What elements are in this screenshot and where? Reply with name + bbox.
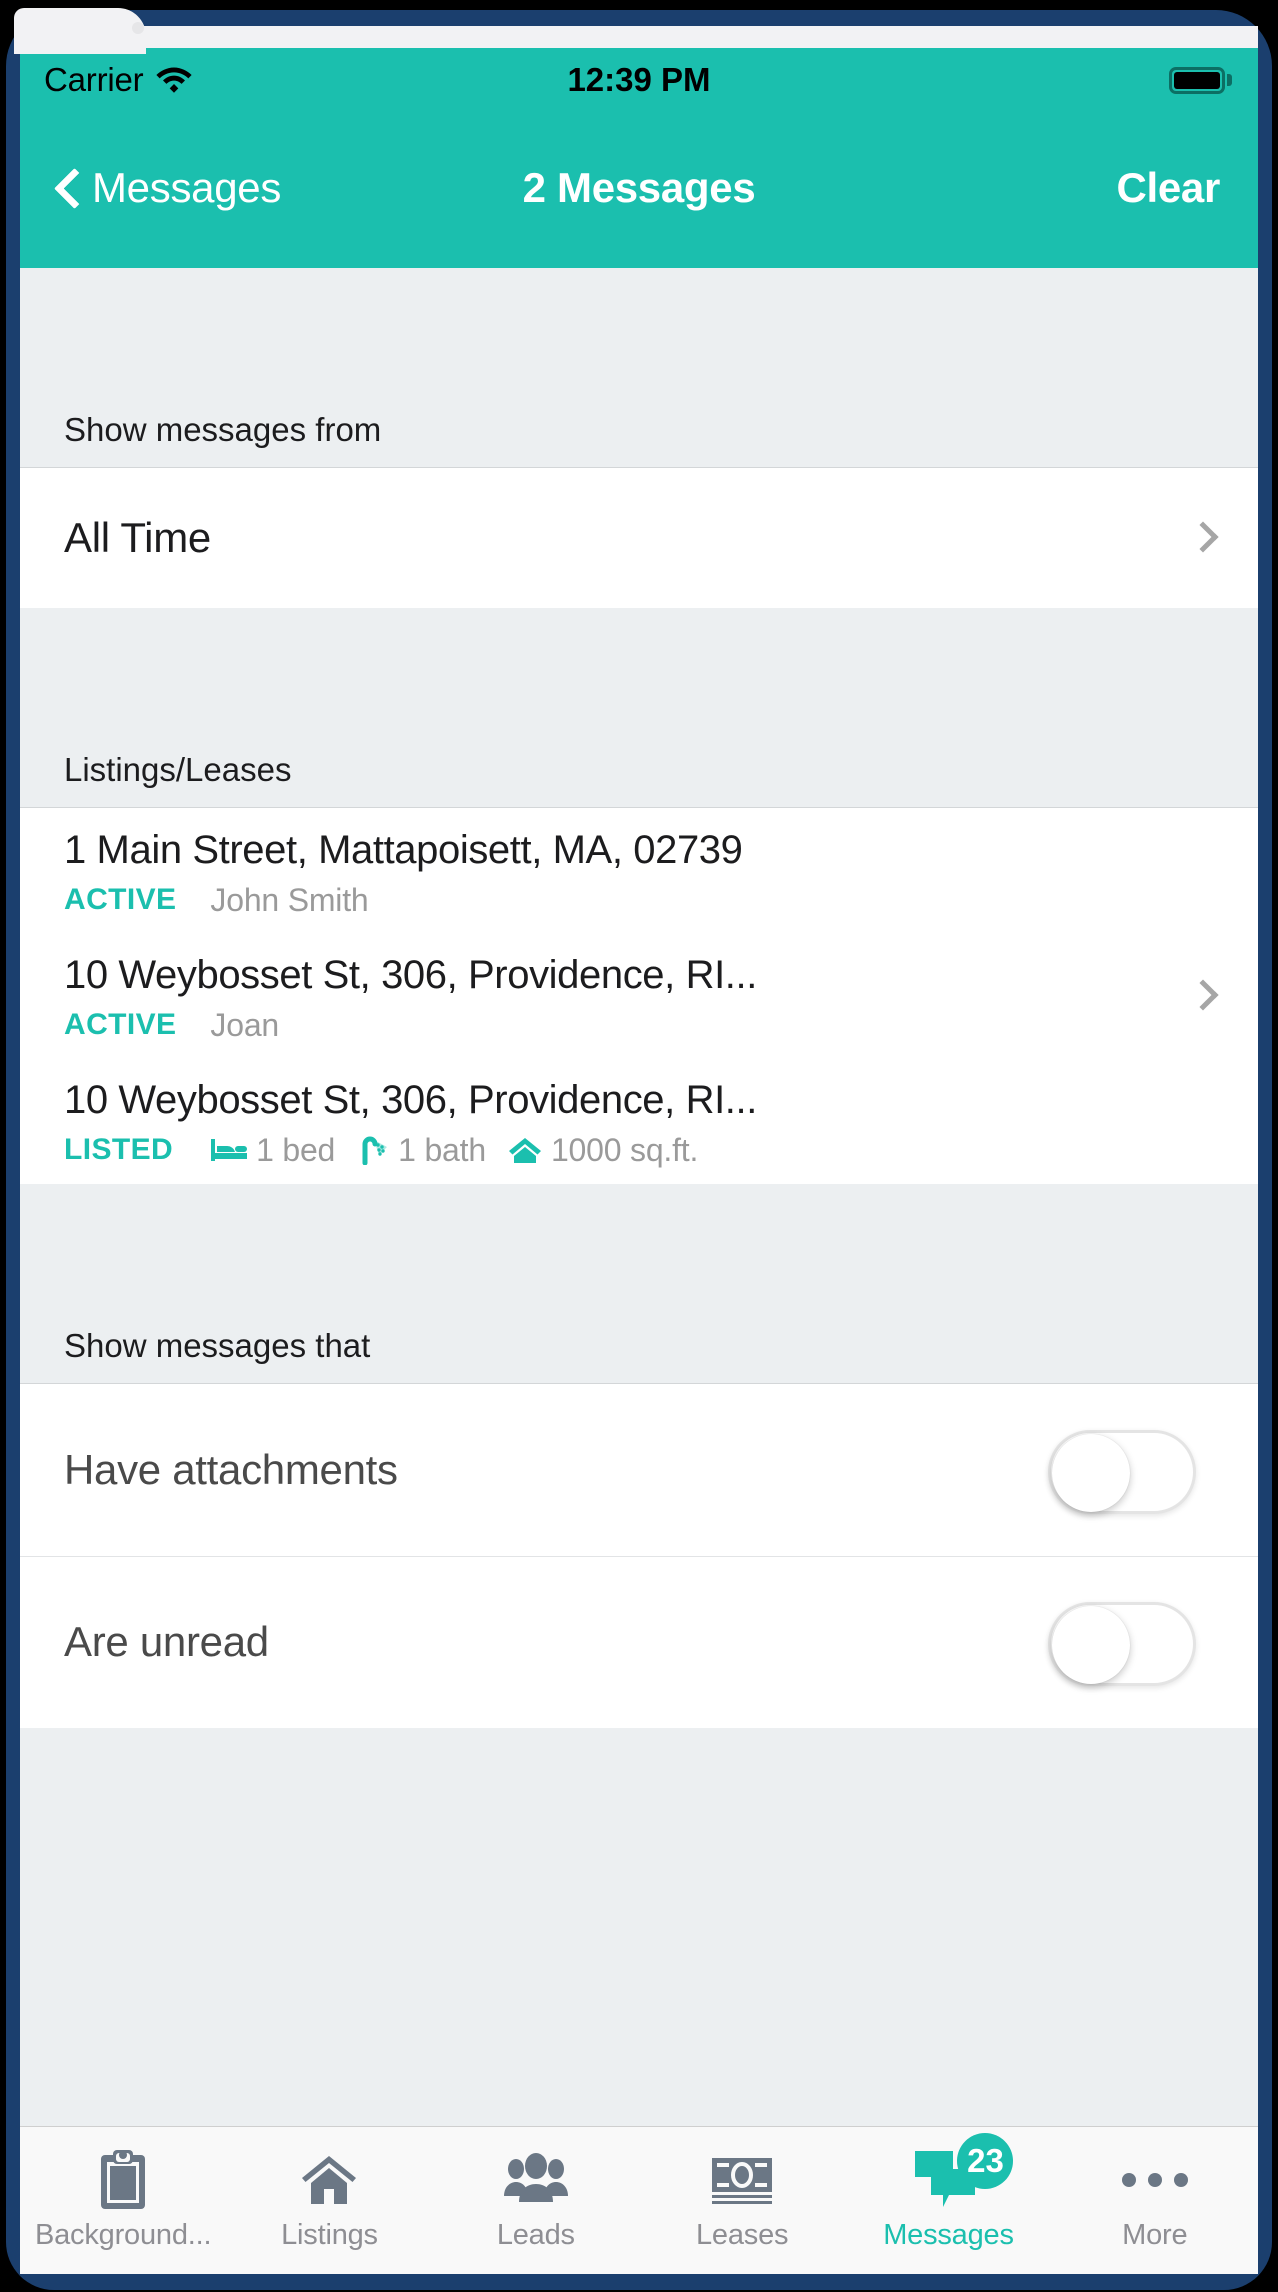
toggle-have-attachments[interactable]	[1048, 1429, 1196, 1514]
section-header-label: Show messages from	[20, 268, 382, 467]
listing-address: 1 Main Street, Mattapoisett, MA, 02739	[64, 828, 743, 872]
phone-screen: Carrier 12:39 PM Messages 2 Messages Cle…	[20, 26, 1258, 2274]
list-item[interactable]: 10 Weybosset St, 306, Providence, RI... …	[20, 1058, 1258, 1184]
screen-top-pad	[20, 26, 1258, 48]
time-filter-value: All Time	[64, 514, 211, 561]
listing-stat-bath: 1 bath	[357, 1131, 486, 1169]
section-header-label: Listings/Leases	[20, 608, 292, 807]
tab-label: Messages	[883, 2219, 1014, 2251]
clipboard-icon	[97, 2149, 149, 2211]
tab-more[interactable]: More	[1052, 2127, 1258, 2274]
page-title: 2 Messages	[522, 164, 756, 211]
tab-label: More	[1122, 2219, 1188, 2251]
list-item[interactable]: 10 Weybosset St, 306, Providence, RI... …	[20, 933, 1258, 1059]
listing-stat-area-label: 1000 sq.ft.	[550, 1132, 699, 1169]
listings-group: 1 Main Street, Mattapoisett, MA, 02739 A…	[20, 808, 1258, 1184]
table-filler	[20, 1727, 1258, 2126]
time-filter-group: All Time	[20, 468, 1258, 608]
navigation-bar: Messages 2 Messages Clear	[20, 112, 1258, 268]
listing-address: 10 Weybosset St, 306, Providence, RI...	[64, 953, 757, 998]
house-icon	[508, 1135, 542, 1165]
tab-label: Background...	[34, 2219, 212, 2251]
device-frame: Carrier 12:39 PM Messages 2 Messages Cle…	[0, 0, 1278, 2292]
chevron-right-icon	[1192, 980, 1210, 1010]
battery-full-icon	[1169, 66, 1225, 94]
money-icon	[710, 2149, 774, 2211]
status-badge: 23	[957, 2133, 1014, 2189]
listing-stat-bath-label: 1 bath	[398, 1132, 486, 1169]
section-header-listings-leases: Listings/Leases	[20, 608, 1258, 808]
tab-messages[interactable]: 23 Messages	[845, 2127, 1051, 2274]
row-have-attachments[interactable]: Have attachments	[20, 1383, 1258, 1556]
tab-leads[interactable]: Leads	[433, 2127, 639, 2274]
ellipsis-icon	[1121, 2149, 1188, 2211]
listing-address: 10 Weybosset St, 306, Providence, RI...	[64, 1078, 757, 1123]
row-are-unread[interactable]: Are unread	[20, 1555, 1258, 1728]
section-header-show-messages-that: Show messages that	[20, 1183, 1258, 1384]
tab-bar: Background... Listings Leads Leases 23 M…	[20, 2126, 1258, 2274]
listing-contact-name: John Smith	[210, 881, 369, 918]
status-badge: ACTIVE	[64, 1008, 177, 1042]
toggles-group: Have attachments Are unread	[20, 1383, 1258, 1728]
filters-table-view: Show messages from All Time Listings/Lea…	[20, 268, 1258, 2126]
bed-icon	[211, 1137, 248, 1163]
time-filter-row[interactable]: All Time	[20, 468, 1258, 608]
tab-background[interactable]: Background...	[20, 2127, 226, 2274]
listing-stat-bed: 1 bed	[211, 1131, 335, 1169]
listing-meta: ACTIVE John Smith	[64, 881, 1198, 919]
toggle-are-unread[interactable]	[1048, 1602, 1196, 1687]
section-header-show-messages-from: Show messages from	[20, 268, 1258, 468]
people-icon	[503, 2149, 569, 2211]
section-header-label: Show messages that	[20, 1183, 371, 1383]
row-label: Are unread	[64, 1618, 269, 1666]
clear-button[interactable]: Clear	[1116, 164, 1220, 212]
listing-meta: LISTED 1 bed 1 bath 1000 sq.ft.	[64, 1131, 1198, 1169]
toggle-knob	[1052, 1433, 1130, 1512]
status-bar: Carrier 12:39 PM	[20, 48, 1258, 112]
status-badge: ACTIVE	[64, 882, 177, 916]
front-camera-dot	[132, 22, 144, 34]
device-notch	[14, 8, 146, 54]
status-bar-clock: 12:39 PM	[567, 61, 711, 98]
row-label: Have attachments	[64, 1445, 398, 1493]
status-bar-right	[1169, 66, 1232, 94]
tab-listings[interactable]: Listings	[226, 2127, 432, 2274]
tab-label: Leases	[695, 2219, 789, 2251]
battery-cap	[1227, 74, 1232, 86]
listing-stat-area: 1000 sq.ft.	[508, 1131, 698, 1169]
chat-bubbles-icon: 23	[913, 2133, 1014, 2211]
toggle-knob	[1052, 1606, 1130, 1685]
list-item[interactable]: 1 Main Street, Mattapoisett, MA, 02739 A…	[20, 808, 1258, 934]
chevron-right-icon	[1192, 522, 1210, 552]
tab-leases[interactable]: Leases	[639, 2127, 845, 2274]
house-icon	[300, 2149, 358, 2211]
tab-label: Listings	[281, 2219, 378, 2251]
tab-label: Leads	[496, 2219, 575, 2251]
listing-contact-name: Joan	[210, 1006, 280, 1043]
listing-stats: 1 bed 1 bath 1000 sq.ft.	[211, 1131, 698, 1169]
shower-icon	[357, 1135, 389, 1166]
listing-meta: ACTIVE Joan	[64, 1006, 1198, 1044]
listing-stat-bed-label: 1 bed	[256, 1132, 336, 1169]
status-badge: LISTED	[64, 1133, 174, 1167]
